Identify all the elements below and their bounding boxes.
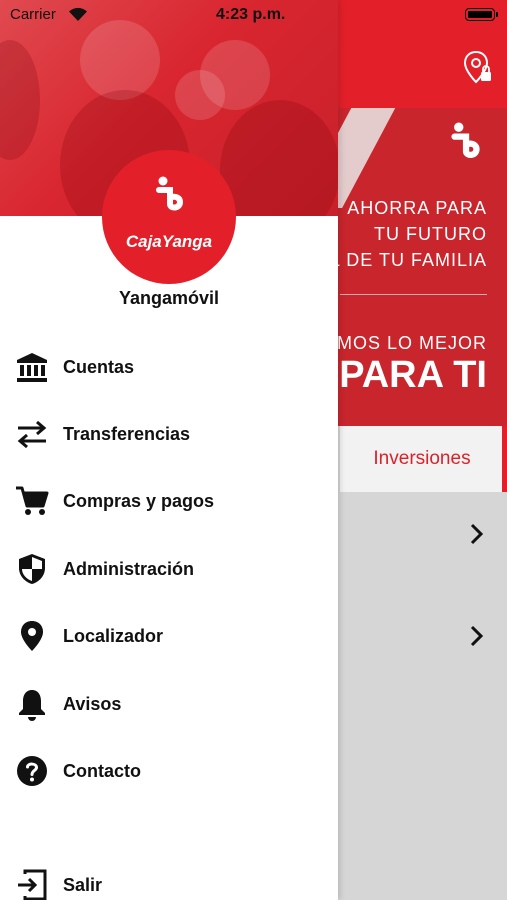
menu-item-label: Avisos	[63, 693, 122, 714]
menu-item-localizador[interactable]: Localizador	[0, 611, 338, 661]
menu-item-avisos[interactable]: Avisos	[0, 679, 338, 729]
banner-headline: PARA TI	[339, 354, 487, 396]
banner-text-line: MOS LO MEJOR	[336, 333, 487, 353]
tab-inversiones[interactable]: Inversiones	[340, 426, 504, 492]
battery-icon	[465, 8, 498, 21]
brand-logo-icon	[156, 176, 184, 211]
menu-item-administracion[interactable]: Administración	[0, 544, 338, 594]
menu-item-cuentas[interactable]: Cuentas	[0, 342, 338, 392]
status-time: 4:23 p.m.	[216, 6, 286, 23]
banner-divider	[340, 294, 487, 295]
logo-text: CajaYanga	[125, 232, 213, 251]
shopping-cart-icon	[14, 483, 50, 519]
transfer-arrows-icon	[14, 416, 50, 452]
tab-indicator	[502, 426, 507, 492]
menu-item-contacto[interactable]: Contacto	[0, 746, 338, 796]
location-pin-icon	[14, 618, 50, 654]
menu-item-label: Contacto	[63, 760, 141, 781]
menu-item-label: Localizador	[63, 625, 164, 646]
location-lock-icon[interactable]	[463, 50, 493, 86]
side-drawer: Carrier 4:23 p.m. CajaYanga Yangamóvil C…	[0, 0, 338, 900]
chevron-right-icon[interactable]	[469, 625, 483, 647]
bell-icon	[14, 686, 50, 722]
bank-icon	[14, 349, 50, 385]
menu-item-label: Administración	[63, 558, 195, 579]
menu-item-label: Transferencias	[63, 423, 191, 444]
banner-text-line: TU FUTURO	[374, 224, 487, 244]
caja-yanga-logo: CajaYanga	[102, 150, 236, 284]
status-bar: Carrier 4:23 p.m.	[0, 0, 338, 30]
menu-item-label: Salir	[63, 874, 103, 895]
menu-item-compras-y-pagos[interactable]: Compras y pagos	[0, 476, 338, 526]
brand-logo-icon	[451, 122, 480, 158]
carrier-label: Carrier	[10, 6, 56, 23]
menu-item-label: Cuentas	[63, 356, 135, 377]
menu-item-salir[interactable]: Salir	[0, 860, 338, 900]
banner-text-line: L DE TU FAMILIA	[329, 250, 487, 270]
menu-item-label: Compras y pagos	[63, 490, 215, 511]
wifi-icon	[69, 7, 87, 21]
logout-icon	[14, 867, 50, 900]
banner-text-line: AHORRA PARA	[347, 198, 487, 218]
shield-icon	[14, 551, 50, 587]
menu-item-transferencias[interactable]: Transferencias	[0, 409, 338, 459]
help-circle-icon	[14, 753, 50, 789]
app-name: Yangamóvil	[118, 288, 220, 308]
chevron-right-icon[interactable]	[469, 523, 483, 545]
